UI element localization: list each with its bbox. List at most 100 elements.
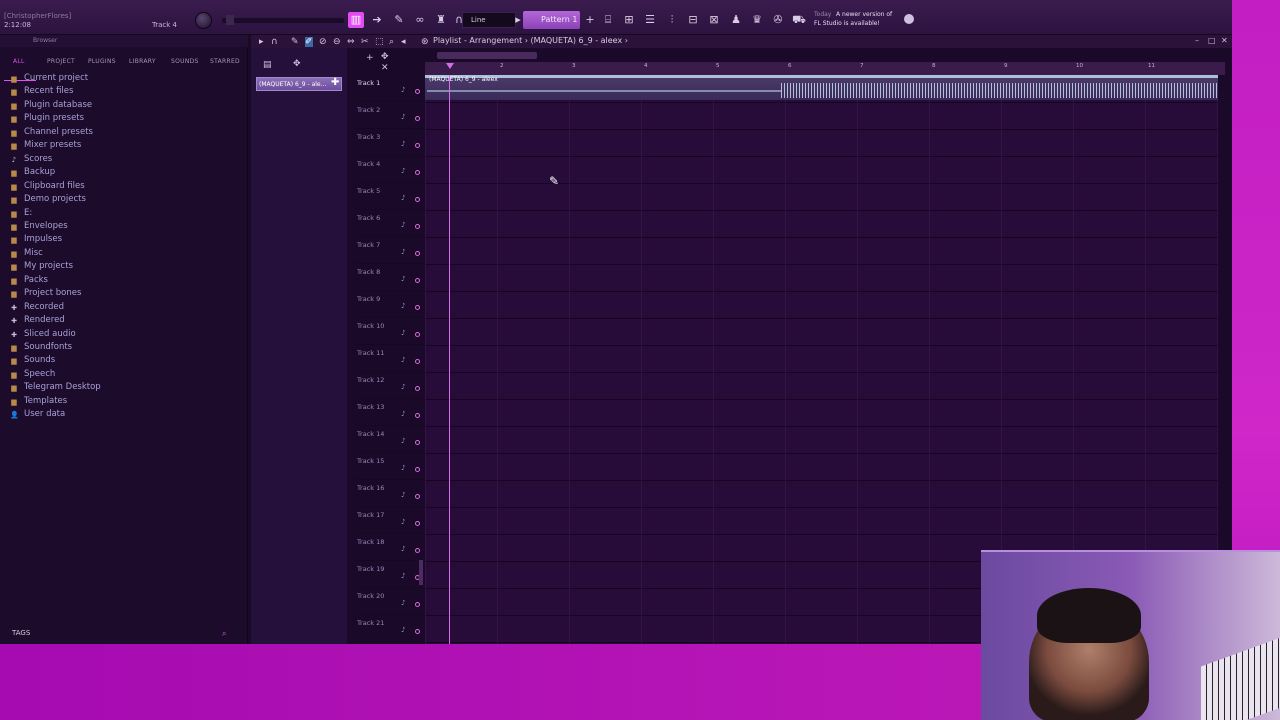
track-mute-button[interactable]: [415, 251, 420, 256]
browser-item[interactable]: ▆ My projects: [10, 261, 73, 274]
browser-item[interactable]: ▆ Clipboard files: [10, 181, 84, 194]
snap-select[interactable]: Line: [462, 12, 516, 28]
piano-roll-icon[interactable]: ⊟: [685, 12, 701, 28]
timeline-ruler[interactable]: 2 3 4 5 6 7 8 9 10 11: [425, 62, 1225, 75]
browser-item[interactable]: ▆ Telegram Desktop: [10, 382, 100, 395]
search-icon[interactable]: ⌕: [222, 629, 226, 639]
maximize-icon[interactable]: □: [1208, 36, 1216, 45]
picker-mode-icon[interactable]: ▤: [263, 60, 272, 70]
playlist-icon[interactable]: ⊞: [621, 12, 637, 28]
arrangement-icon[interactable]: ⊛: [421, 37, 429, 47]
paint-tool-icon[interactable]: ✐: [305, 37, 313, 47]
cart-icon[interactable]: ⛟: [791, 12, 807, 28]
video-icon[interactable]: ✇: [770, 12, 786, 28]
track-mute-button[interactable]: [415, 332, 420, 337]
browser-item[interactable]: ✚ Rendered: [10, 315, 65, 328]
channel-rack-icon[interactable]: ☰: [642, 12, 658, 28]
browser-item[interactable]: ▆ Plugin presets: [10, 113, 84, 126]
tab-project[interactable]: PROJECT: [47, 58, 75, 65]
browser-item[interactable]: ▆ Templates: [10, 396, 67, 409]
track-mute-button[interactable]: [415, 359, 420, 364]
playlist-menu-icon[interactable]: ▸: [259, 37, 264, 47]
playback-tool-icon[interactable]: ◂: [401, 37, 406, 47]
track-header[interactable]: Track 14 ♪: [355, 426, 423, 453]
vertical-scrollbar[interactable]: [419, 560, 423, 585]
track-header[interactable]: Track 17 ♪: [355, 507, 423, 534]
add-track-icon[interactable]: +: [366, 53, 374, 63]
track-header[interactable]: Track 2 ♪: [355, 102, 423, 129]
track-mute-button[interactable]: [415, 116, 420, 121]
track-mute-button[interactable]: [415, 386, 420, 391]
track-header[interactable]: Track 15 ♪: [355, 453, 423, 480]
browser-item[interactable]: ▆ Recent files: [10, 86, 73, 99]
pencil-icon[interactable]: ✎: [391, 12, 407, 28]
globe-icon[interactable]: [904, 14, 914, 24]
master-volume-knob[interactable]: [195, 12, 212, 29]
track-mute-button[interactable]: [415, 143, 420, 148]
track-header[interactable]: Track 3 ♪: [355, 129, 423, 156]
close-picker-icon[interactable]: ✕: [381, 63, 389, 73]
track-header[interactable]: Track 16 ♪: [355, 480, 423, 507]
track-mute-button[interactable]: [415, 440, 420, 445]
browser-item[interactable]: ▆ Demo projects: [10, 194, 86, 207]
news-text[interactable]: A newer version of: [836, 11, 908, 19]
browser-item[interactable]: ▆ Mixer presets: [10, 140, 81, 153]
horizontal-scrollbar[interactable]: [437, 52, 537, 59]
browser-item[interactable]: ▆ Backup: [10, 167, 55, 180]
track-header[interactable]: Track 18 ♪: [355, 534, 423, 561]
pattern-mode-button[interactable]: ▥: [348, 12, 364, 28]
slip-tool-icon[interactable]: ⇔: [347, 37, 355, 47]
mixer-icon[interactable]: ⫶: [664, 12, 680, 28]
select-tool-icon[interactable]: ⬚: [375, 37, 384, 47]
slider-thumb[interactable]: [226, 15, 234, 25]
browser-item[interactable]: ✚ Recorded: [10, 302, 64, 315]
pattern-item[interactable]: (MAQUETA) 6_9 - ale...: [256, 77, 342, 91]
browser-item[interactable]: ▆ Misc: [10, 248, 43, 261]
track-header[interactable]: Track 13 ♪: [355, 399, 423, 426]
track-mute-button[interactable]: [415, 413, 420, 418]
playhead-marker[interactable]: [446, 63, 454, 69]
arrow-right-icon[interactable]: ➔: [369, 12, 385, 28]
browser-item[interactable]: 👤 User data: [10, 409, 65, 422]
draw-tool-icon[interactable]: ✎: [291, 37, 299, 47]
browser-item[interactable]: ▆ Impulses: [10, 234, 62, 247]
track-mute-button[interactable]: [415, 629, 420, 634]
tab-sounds[interactable]: SOUNDS: [171, 58, 199, 65]
browser-item[interactable]: ▆ Packs: [10, 275, 48, 288]
news-text-line2[interactable]: FL Studio is available!: [814, 20, 880, 27]
tab-all[interactable]: ALL: [13, 58, 25, 65]
move-tracks-icon[interactable]: ✥: [381, 52, 389, 62]
slice-tool-icon[interactable]: ✂: [361, 37, 369, 47]
track-mute-button[interactable]: [415, 197, 420, 202]
browser-item[interactable]: ▆ Current project: [10, 73, 88, 86]
track-header[interactable]: Track 7 ♪: [355, 237, 423, 264]
browser-item[interactable]: ▆ Soundfonts: [10, 342, 72, 355]
stamp-icon[interactable]: ♜: [433, 12, 449, 28]
track-header[interactable]: Track 20 ♪: [355, 588, 423, 615]
track-header[interactable]: Track 5 ♪: [355, 183, 423, 210]
minimize-icon[interactable]: –: [1195, 36, 1199, 45]
browser-item[interactable]: ▆ E:: [10, 208, 32, 221]
browser-item[interactable]: ▆ Speech: [10, 369, 55, 382]
track-mute-button[interactable]: [415, 521, 420, 526]
browser-icon[interactable]: ⊠: [706, 12, 722, 28]
track-mute-button[interactable]: [415, 278, 420, 283]
track-mute-button[interactable]: [415, 224, 420, 229]
plugin-picker-icon[interactable]: ♟: [728, 12, 744, 28]
track-mute-button[interactable]: [415, 602, 420, 607]
track-header[interactable]: Track 10 ♪: [355, 318, 423, 345]
track-mute-button[interactable]: [415, 89, 420, 94]
touch-keyboard-icon[interactable]: ♛: [749, 12, 765, 28]
track-mute-button[interactable]: [415, 494, 420, 499]
move-icon[interactable]: ✥: [293, 59, 301, 69]
track-header[interactable]: Track 6 ♪: [355, 210, 423, 237]
browser-item[interactable]: ▆ Sounds: [10, 355, 55, 368]
add-pattern-icon[interactable]: +: [582, 12, 598, 28]
close-icon[interactable]: ✕: [1221, 36, 1228, 45]
tab-library[interactable]: LIBRARY: [129, 58, 156, 65]
browser-item[interactable]: ▆ Project bones: [10, 288, 81, 301]
track-header[interactable]: Track 21 ♪: [355, 615, 423, 642]
track-header[interactable]: Track 9 ♪: [355, 291, 423, 318]
link-icon[interactable]: ∞: [412, 12, 428, 28]
track-mute-button[interactable]: [415, 170, 420, 175]
